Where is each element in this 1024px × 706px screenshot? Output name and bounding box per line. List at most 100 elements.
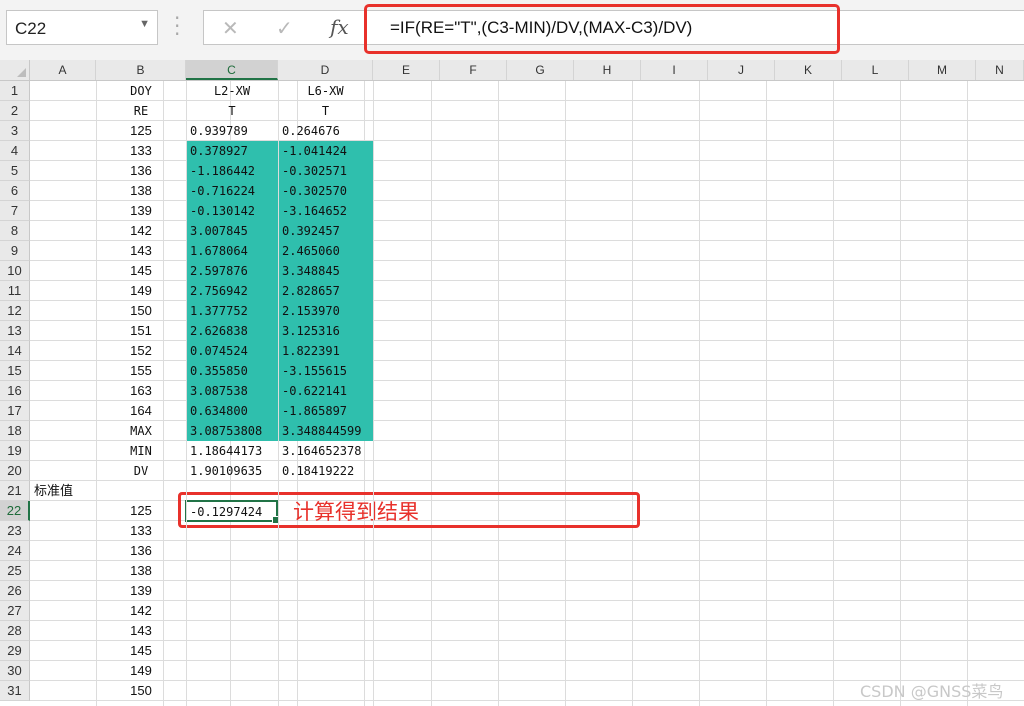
cell-c2[interactable]: T	[186, 101, 278, 121]
cell-d9[interactable]: 2.465060	[278, 241, 373, 261]
cell-b5[interactable]: 136	[96, 161, 186, 181]
cell-b11[interactable]: 149	[96, 281, 186, 301]
cell-c11[interactable]: 2.756942	[186, 281, 278, 301]
confirm-icon[interactable]: ✓	[276, 16, 293, 40]
cancel-icon[interactable]: ✕	[222, 16, 239, 40]
column-header-g[interactable]: G	[507, 60, 574, 80]
cell-b6[interactable]: 138	[96, 181, 186, 201]
row-header-16[interactable]: 16	[0, 381, 30, 401]
column-header-c[interactable]: C	[186, 60, 278, 80]
cell-b28[interactable]: 143	[96, 621, 186, 641]
cell-d1[interactable]: L6-XW	[278, 81, 373, 101]
cell-b26[interactable]: 139	[96, 581, 186, 601]
column-header-m[interactable]: M	[909, 60, 976, 80]
row-header-15[interactable]: 15	[0, 361, 30, 381]
cell-d19[interactable]: 3.164652378	[278, 441, 373, 461]
cell-b31[interactable]: 150	[96, 681, 186, 701]
row-header-24[interactable]: 24	[0, 541, 30, 561]
row-header-29[interactable]: 29	[0, 641, 30, 661]
row-header-2[interactable]: 2	[0, 101, 30, 121]
cell-d13[interactable]: 3.125316	[278, 321, 373, 341]
cell-b18[interactable]: MAX	[96, 421, 186, 441]
cell-d5[interactable]: -0.302571	[278, 161, 373, 181]
select-all-button[interactable]	[0, 60, 30, 80]
row-header-9[interactable]: 9	[0, 241, 30, 261]
row-header-21[interactable]: 21	[0, 481, 30, 501]
cell-b30[interactable]: 149	[96, 661, 186, 681]
cell-b24[interactable]: 136	[96, 541, 186, 561]
cell-b3[interactable]: 125	[96, 121, 186, 141]
cell-b25[interactable]: 138	[96, 561, 186, 581]
name-box[interactable]: C22 ▼	[6, 10, 158, 45]
row-header-4[interactable]: 4	[0, 141, 30, 161]
cell-d2[interactable]: T	[278, 101, 373, 121]
cell-c14[interactable]: 0.074524	[186, 341, 278, 361]
row-header-20[interactable]: 20	[0, 461, 30, 481]
row-header-30[interactable]: 30	[0, 661, 30, 681]
cell-b20[interactable]: DV	[96, 461, 186, 481]
cell-d16[interactable]: -0.622141	[278, 381, 373, 401]
cell-b23[interactable]: 133	[96, 521, 186, 541]
row-header-11[interactable]: 11	[0, 281, 30, 301]
row-header-13[interactable]: 13	[0, 321, 30, 341]
cell-d10[interactable]: 3.348845	[278, 261, 373, 281]
row-header-14[interactable]: 14	[0, 341, 30, 361]
cell-c1[interactable]: L2-XW	[186, 81, 278, 101]
row-header-19[interactable]: 19	[0, 441, 30, 461]
cell-b7[interactable]: 139	[96, 201, 186, 221]
cell-b29[interactable]: 145	[96, 641, 186, 661]
cell-b1[interactable]: DOY	[96, 81, 186, 101]
row-header-26[interactable]: 26	[0, 581, 30, 601]
column-header-f[interactable]: F	[440, 60, 507, 80]
cell-b13[interactable]: 151	[96, 321, 186, 341]
row-header-6[interactable]: 6	[0, 181, 30, 201]
cell-c4[interactable]: 0.378927	[186, 141, 278, 161]
cell-b12[interactable]: 150	[96, 301, 186, 321]
cell-c9[interactable]: 1.678064	[186, 241, 278, 261]
cell-d3[interactable]: 0.264676	[278, 121, 373, 141]
column-header-i[interactable]: I	[641, 60, 708, 80]
cell-d12[interactable]: 2.153970	[278, 301, 373, 321]
cell-c19[interactable]: 1.18644173	[186, 441, 278, 461]
cell-b19[interactable]: MIN	[96, 441, 186, 461]
cell-c6[interactable]: -0.716224	[186, 181, 278, 201]
cell-b14[interactable]: 152	[96, 341, 186, 361]
spreadsheet-grid[interactable]: ABCDEFGHIJKLMN 1 2 3 4 5 6 7 8 9 10 11 12 13 14 15 16 17…	[0, 60, 1024, 706]
cell-d14[interactable]: 1.822391	[278, 341, 373, 361]
cell-d15[interactable]: -3.155615	[278, 361, 373, 381]
cell-d11[interactable]: 2.828657	[278, 281, 373, 301]
column-header-a[interactable]: A	[30, 60, 96, 80]
column-header-n[interactable]: N	[976, 60, 1024, 80]
column-header-e[interactable]: E	[373, 60, 440, 80]
row-header-25[interactable]: 25	[0, 561, 30, 581]
cell-b22[interactable]: 125	[96, 501, 186, 521]
cell-b2[interactable]: RE	[96, 101, 186, 121]
row-header-23[interactable]: 23	[0, 521, 30, 541]
chevron-down-icon[interactable]: ▼	[139, 18, 150, 30]
column-header-h[interactable]: H	[574, 60, 641, 80]
cell-a21[interactable]: 标准值	[30, 481, 96, 501]
column-header-j[interactable]: J	[708, 60, 775, 80]
cell-c3[interactable]: 0.939789	[186, 121, 278, 141]
cell-d7[interactable]: -3.164652	[278, 201, 373, 221]
cell-d4[interactable]: -1.041424	[278, 141, 373, 161]
row-header-27[interactable]: 27	[0, 601, 30, 621]
cell-b27[interactable]: 142	[96, 601, 186, 621]
drag-handle-icon[interactable]: · · ·	[174, 8, 180, 44]
cell-c20[interactable]: 1.90109635	[186, 461, 278, 481]
column-header-l[interactable]: L	[842, 60, 909, 80]
cell-d6[interactable]: -0.302570	[278, 181, 373, 201]
cell-c10[interactable]: 2.597876	[186, 261, 278, 281]
column-header-d[interactable]: D	[278, 60, 373, 80]
cell-c17[interactable]: 0.634800	[186, 401, 278, 421]
row-header-18[interactable]: 18	[0, 421, 30, 441]
cell-b8[interactable]: 142	[96, 221, 186, 241]
row-header-12[interactable]: 12	[0, 301, 30, 321]
cell-d17[interactable]: -1.865897	[278, 401, 373, 421]
cell-c12[interactable]: 1.377752	[186, 301, 278, 321]
cell-c18[interactable]: 3.08753808	[186, 421, 278, 441]
row-header-1[interactable]: 1	[0, 81, 30, 101]
row-header-22[interactable]: 22	[0, 501, 30, 521]
cell-b16[interactable]: 163	[96, 381, 186, 401]
row-header-31[interactable]: 31	[0, 681, 30, 701]
